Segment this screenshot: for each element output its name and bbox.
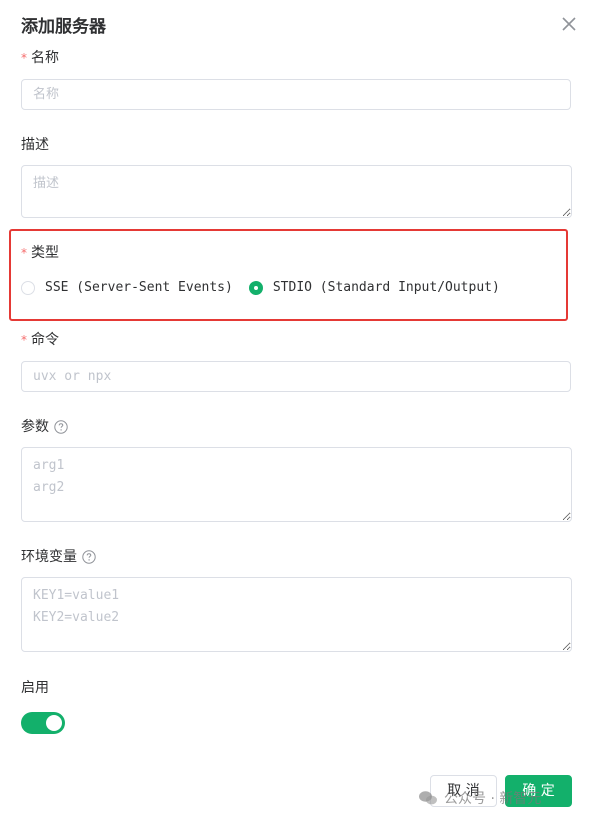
question-circle-icon[interactable] — [82, 550, 96, 564]
close-icon — [557, 12, 581, 36]
description-textarea[interactable] — [21, 165, 572, 218]
required-mark: * — [21, 51, 27, 65]
radio-circle-unchecked — [21, 280, 35, 295]
args-label: 参数 — [21, 417, 68, 437]
description-label-text: 描述 — [21, 137, 49, 153]
radio-sse-label: SSE (Server-Sent Events) — [45, 280, 233, 295]
enabled-label-text: 启用 — [21, 680, 49, 696]
command-label-text: 命令 — [31, 332, 59, 348]
switch-knob — [46, 715, 62, 731]
radio-circle-checked — [248, 280, 263, 295]
type-label-text: 类型 — [31, 245, 59, 261]
required-mark: * — [21, 246, 27, 260]
command-input[interactable] — [21, 361, 571, 392]
required-mark: * — [21, 333, 27, 347]
env-label: 环境变量 — [21, 547, 96, 567]
args-label-text: 参数 — [21, 419, 49, 435]
close-button[interactable] — [557, 12, 581, 36]
cancel-button[interactable]: 取 消 — [430, 775, 497, 807]
description-label: 描述 — [21, 135, 49, 155]
enabled-switch[interactable] — [21, 712, 65, 734]
name-label: * 名称 — [21, 48, 59, 68]
radio-stdio-label: STDIO (Standard Input/Output) — [272, 280, 500, 295]
name-label-text: 名称 — [31, 50, 59, 66]
radio-stdio[interactable]: STDIO (Standard Input/Output) — [248, 280, 500, 295]
enabled-label: 启用 — [21, 678, 49, 698]
radio-sse[interactable]: SSE (Server-Sent Events) — [21, 280, 233, 295]
highlight-box — [9, 229, 568, 321]
confirm-button[interactable]: 确 定 — [505, 775, 572, 807]
env-textarea[interactable] — [21, 577, 572, 652]
env-label-text: 环境变量 — [21, 549, 77, 565]
dialog-title: 添加服务器 — [21, 17, 106, 37]
args-textarea[interactable] — [21, 447, 572, 522]
command-label: * 命令 — [21, 330, 59, 350]
type-radio-group: SSE (Server-Sent Events) STDIO (Standard… — [21, 280, 500, 295]
name-input[interactable] — [21, 79, 571, 110]
type-label: * 类型 — [21, 243, 59, 263]
add-server-dialog: 添加服务器 * 名称 描述 * 类型 SSE (Server-Sent Even… — [0, 0, 595, 823]
question-circle-icon[interactable] — [54, 420, 68, 434]
